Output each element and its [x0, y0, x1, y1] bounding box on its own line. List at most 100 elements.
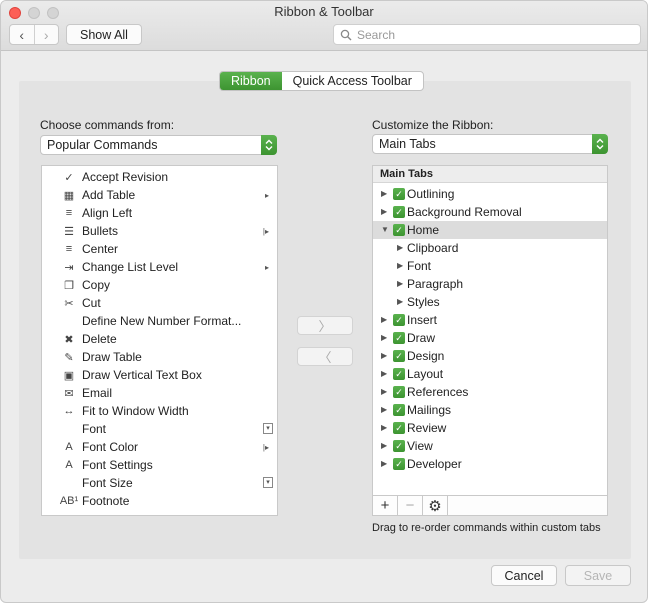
- tree-tab-item[interactable]: ▶ ✓ View: [373, 437, 607, 455]
- list-item[interactable]: ▦ Add Table ▸: [42, 186, 277, 204]
- checkbox-checked[interactable]: ✓: [393, 458, 405, 470]
- email-icon: ✉: [64, 387, 74, 400]
- disclosure-closed-icon[interactable]: ▶: [381, 351, 387, 360]
- list-item[interactable]: ↔ Fit to Window Width: [42, 402, 277, 420]
- checkbox-checked[interactable]: ✓: [393, 422, 405, 434]
- tree-tab-item[interactable]: ▶ ✓ Background Removal: [373, 203, 607, 221]
- list-item[interactable]: ✓ Accept Revision: [42, 168, 277, 186]
- tree-tab-item[interactable]: ▶ ✓ Developer: [373, 455, 607, 473]
- disclosure-closed-icon[interactable]: ▶: [381, 387, 387, 396]
- forward-icon[interactable]: ›: [33, 25, 59, 44]
- preferences-window: Ribbon & Toolbar ‹ › Show All Search Rib…: [0, 0, 648, 603]
- ribbon-tabs-value: Main Tabs: [379, 137, 436, 151]
- disclosure-closed-icon[interactable]: ▶: [381, 369, 387, 378]
- tree-tab-item[interactable]: ▶ ✓ Design: [373, 347, 607, 365]
- bullets-icon: ☰: [64, 225, 74, 238]
- tree-group-item[interactable]: ▶ Font: [373, 257, 607, 275]
- list-item-label: Font: [82, 422, 107, 436]
- tab-ribbon[interactable]: Ribbon: [220, 72, 282, 90]
- tab-quick-access-toolbar[interactable]: Quick Access Toolbar: [282, 72, 423, 90]
- list-item[interactable]: ≡ Center: [42, 240, 277, 258]
- tree-tab-item[interactable]: ▶ ✓ Outlining: [373, 185, 607, 203]
- back-icon[interactable]: ‹: [10, 25, 34, 44]
- disclosure-closed-icon[interactable]: ▶: [381, 459, 387, 468]
- disclosure-closed-icon[interactable]: ▶: [397, 279, 403, 288]
- list-item-label: Footnote: [82, 494, 130, 508]
- tree-item-label: View: [407, 439, 433, 453]
- disclosure-closed-icon[interactable]: ▶: [381, 333, 387, 342]
- tree-tab-item[interactable]: ▶ ✓ Draw: [373, 329, 607, 347]
- checkbox-checked[interactable]: ✓: [393, 332, 405, 344]
- tree-tab-item[interactable]: ▶ ✓ Layout: [373, 365, 607, 383]
- checkbox-checked[interactable]: ✓: [393, 224, 405, 236]
- copy-icon: ❐: [64, 279, 74, 292]
- fit-width-icon: ↔: [63, 405, 75, 417]
- show-all-button[interactable]: Show All: [66, 24, 142, 45]
- cancel-button[interactable]: Cancel: [491, 565, 557, 586]
- tree-tab-item[interactable]: ▶ ✓ Mailings: [373, 401, 607, 419]
- tree-tab-item[interactable]: ▶ ✓ Insert: [373, 311, 607, 329]
- list-item-label: Font Color: [82, 440, 139, 454]
- list-item[interactable]: ✖ Delete: [42, 330, 277, 348]
- list-item[interactable]: A Font Settings: [42, 456, 277, 474]
- checkbox-checked[interactable]: ✓: [393, 350, 405, 362]
- submenu-arrow-icon: ▸: [264, 262, 269, 272]
- list-item[interactable]: Define New Number Format...: [42, 312, 277, 330]
- checkbox-checked[interactable]: ✓: [393, 368, 405, 380]
- list-item[interactable]: Font ▾: [42, 420, 277, 438]
- list-item[interactable]: ✉ Email: [42, 384, 277, 402]
- list-item[interactable]: A Font Color |▸: [42, 438, 277, 456]
- ribbon-tabs-tree[interactable]: Main Tabs ▶ ✓ Outlining ▶ ✓ Background Remova…: [372, 165, 608, 496]
- checkbox-checked[interactable]: ✓: [393, 188, 405, 200]
- gear-icon[interactable]: ⚙: [423, 496, 448, 515]
- footnote-icon: AB¹: [59, 495, 79, 507]
- disclosure-closed-icon[interactable]: ▶: [381, 423, 387, 432]
- add-icon[interactable]: +: [373, 496, 398, 515]
- search-input[interactable]: Search: [333, 24, 641, 45]
- list-item[interactable]: ▣ Draw Vertical Text Box: [42, 366, 277, 384]
- tree-group-item[interactable]: ▶ Paragraph: [373, 275, 607, 293]
- tree-group-item[interactable]: ▶ Styles: [373, 293, 607, 311]
- list-item-label: Draw Vertical Text Box: [82, 368, 202, 382]
- save-button[interactable]: Save: [565, 565, 631, 586]
- tree-group-item[interactable]: ▶ Clipboard: [373, 239, 607, 257]
- list-item[interactable]: Font Size ▾: [42, 474, 277, 492]
- tree-toolbar: + − ⚙: [372, 495, 608, 516]
- list-item[interactable]: ≡ Align Left: [42, 204, 277, 222]
- remove-command-button[interactable]: 〈: [297, 347, 353, 366]
- list-item[interactable]: AB¹ Footnote: [42, 492, 277, 510]
- tree-tab-item[interactable]: ▶ ✓ Review: [373, 419, 607, 437]
- list-item[interactable]: ❐ Copy: [42, 276, 277, 294]
- disclosure-closed-icon[interactable]: ▶: [397, 297, 403, 306]
- checkbox-checked[interactable]: ✓: [393, 404, 405, 416]
- list-item[interactable]: ✂ Cut: [42, 294, 277, 312]
- checkbox-checked[interactable]: ✓: [393, 314, 405, 326]
- tree-tab-item[interactable]: ▼ ✓ Home: [373, 221, 607, 239]
- tab-switcher: Ribbon Quick Access Toolbar: [219, 71, 424, 91]
- list-item-label: Add Table: [82, 188, 136, 202]
- disclosure-closed-icon[interactable]: ▶: [381, 189, 387, 198]
- add-command-button[interactable]: 〉: [297, 316, 353, 335]
- ribbon-tabs-dropdown[interactable]: Main Tabs: [372, 134, 608, 154]
- disclosure-open-icon[interactable]: ▼: [381, 225, 389, 234]
- disclosure-closed-icon[interactable]: ▶: [381, 405, 387, 414]
- font-settings-icon: A: [65, 459, 73, 471]
- list-item[interactable]: ⇥ Change List Level ▸: [42, 258, 277, 276]
- disclosure-closed-icon[interactable]: ▶: [381, 441, 387, 450]
- tree-tab-item[interactable]: ▶ ✓ References: [373, 383, 607, 401]
- checkbox-checked[interactable]: ✓: [393, 386, 405, 398]
- submenu-arrow-icon: |▸: [262, 442, 269, 452]
- commands-source-dropdown[interactable]: Popular Commands: [40, 135, 277, 155]
- list-item[interactable]: ☰ Bullets |▸: [42, 222, 277, 240]
- checkbox-checked[interactable]: ✓: [393, 440, 405, 452]
- list-item[interactable]: ✎ Draw Table: [42, 348, 277, 366]
- checkbox-checked[interactable]: ✓: [393, 206, 405, 218]
- commands-list[interactable]: ✓ Accept Revision ▦ Add Table ▸ ≡ Align Left ☰ B…: [41, 165, 278, 516]
- remove-icon[interactable]: −: [398, 496, 423, 515]
- disclosure-closed-icon[interactable]: ▶: [397, 243, 403, 252]
- tree-header: Main Tabs: [373, 166, 607, 183]
- disclosure-closed-icon[interactable]: ▶: [381, 207, 387, 216]
- disclosure-closed-icon[interactable]: ▶: [397, 261, 403, 270]
- list-item-label: Font Size: [82, 476, 133, 490]
- disclosure-closed-icon[interactable]: ▶: [381, 315, 387, 324]
